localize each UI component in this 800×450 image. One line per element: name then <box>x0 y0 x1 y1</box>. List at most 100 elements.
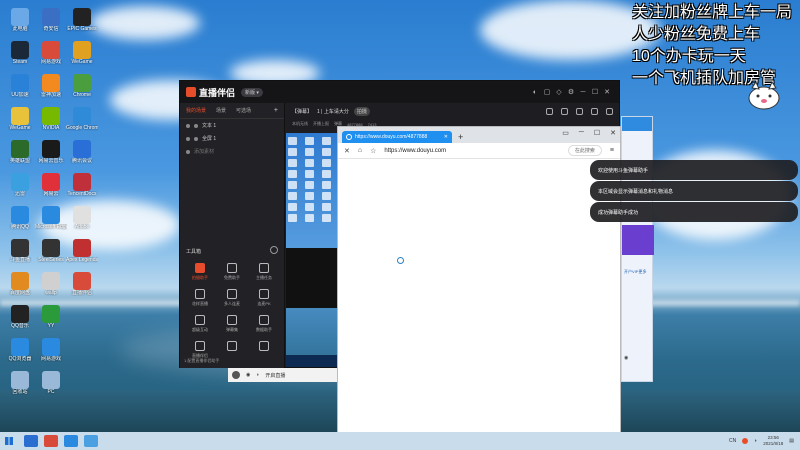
restore-icon[interactable]: ▭ <box>562 129 569 137</box>
maximize-icon[interactable]: ☐ <box>589 88 601 96</box>
desktop-icon[interactable]: WeGame <box>4 107 36 131</box>
desktop-icon[interactable]: 网易云音乐 <box>35 140 67 164</box>
desktop-icon[interactable]: Adobe <box>66 206 98 230</box>
bookmark-icon[interactable]: ☆ <box>370 147 376 155</box>
start-button[interactable] <box>0 432 18 450</box>
tool-item[interactable]: 数据助手 <box>248 315 280 333</box>
room-badge[interactable]: 拍摄 <box>353 106 370 116</box>
desktop-icon[interactable]: Steam <box>4 41 36 65</box>
desktop-icon[interactable]: UU加速 <box>4 74 36 98</box>
desktop-icon[interactable]: SteelSeries <box>35 239 67 263</box>
home-icon[interactable]: ⌂ <box>358 147 362 154</box>
desktop-icon[interactable]: 网易游戏 <box>35 41 67 65</box>
skin-icon[interactable]: ◇ <box>553 88 565 96</box>
notification-toast[interactable]: 成功弹幕助手成功 <box>590 202 798 222</box>
desktop-icon[interactable]: 斗鱼直播 <box>4 239 36 263</box>
desktop-icon[interactable]: 迅雷 <box>4 173 36 197</box>
desktop-icon[interactable]: 奇安信 <box>35 8 67 32</box>
close-tab-icon[interactable]: ✕ <box>444 134 448 140</box>
tool-item[interactable]: 主播任务 <box>248 263 280 281</box>
taskbar-app-icon[interactable] <box>24 435 38 447</box>
notification-toast[interactable]: 欢迎使用斗鱼弹幕助手 <box>590 160 798 180</box>
tool-item[interactable]: 弹幕集 <box>216 315 248 333</box>
lock-icon[interactable] <box>194 123 198 128</box>
tab-scenes[interactable]: 场景 <box>216 107 226 114</box>
notification-toast[interactable]: 本区域会显示弹幕消息和礼物消息 <box>590 181 798 201</box>
eye-icon[interactable] <box>186 136 190 141</box>
scene-item[interactable]: 全屏 1 <box>180 132 284 145</box>
desktop-icon[interactable]: QQ音乐 <box>4 305 36 329</box>
go-live-button[interactable]: 开启直播 <box>265 372 285 379</box>
volume-icon[interactable]: ◗ <box>256 372 259 378</box>
add-source-icon[interactable] <box>186 149 190 154</box>
vip-link[interactable]: 开户VIP更多 <box>624 269 646 275</box>
desktop-icon[interactable]: Microsoft Edge <box>35 206 67 230</box>
add-scene-button[interactable]: + <box>274 107 278 114</box>
tool-item[interactable]: 连麦PK <box>248 289 280 307</box>
desktop-icon[interactable]: Google Chrome <box>66 107 98 131</box>
lock-icon[interactable] <box>194 136 198 141</box>
tool-item[interactable] <box>216 341 248 359</box>
eye-icon[interactable] <box>186 123 190 128</box>
share-icon[interactable] <box>576 107 583 115</box>
maximize-icon[interactable]: ☐ <box>594 129 600 137</box>
tab-my-scenes[interactable]: 我的场景 <box>186 107 206 114</box>
scene-item[interactable]: 文本 1 <box>180 119 284 132</box>
desktop-icon[interactable]: 直播伴侣 <box>66 272 98 296</box>
desktop-icon[interactable]: wallp <box>35 272 67 296</box>
desktop-icon[interactable]: 回收站 <box>4 371 36 395</box>
emoji-icon[interactable]: ◉ <box>624 355 628 361</box>
desktop-icon[interactable]: Chrome <box>66 74 98 98</box>
desktop-icon[interactable]: 腾讯QQ <box>4 206 36 230</box>
taskbar-app-icon[interactable] <box>44 435 58 447</box>
new-tab-button[interactable]: + <box>458 132 463 142</box>
avatar-icon[interactable]: ◐ <box>529 89 541 96</box>
volume-icon[interactable]: ◗ <box>754 438 757 444</box>
close-icon[interactable]: ✕ <box>601 88 613 96</box>
desktop-icon[interactable]: QQ浏览器 <box>4 338 36 362</box>
scene-item[interactable]: 添加素材 <box>180 145 284 158</box>
screen-icon[interactable] <box>546 107 553 115</box>
minimize-icon[interactable]: ─ <box>577 89 589 96</box>
taskbar-app-icon[interactable] <box>84 435 98 447</box>
desktop-icon[interactable]: 网易游戏 <box>35 338 67 362</box>
version-badge[interactable]: 新版 ▾ <box>241 87 263 97</box>
avatar[interactable] <box>232 371 240 379</box>
desktop-icon[interactable]: WeGame <box>66 41 98 65</box>
menu-icon[interactable]: ≡ <box>610 147 614 154</box>
stop-icon[interactable]: ✕ <box>344 147 350 155</box>
toolbox-settings-icon[interactable] <box>270 246 278 254</box>
tool-item[interactable]: 多人连麦 <box>216 289 248 307</box>
desktop-icon[interactable]: Apex Legends <box>66 239 98 263</box>
browser-tab-active[interactable]: https://www.douyu.com/4877888 ✕ <box>342 131 452 143</box>
desktop-icon[interactable]: 百度网盘 <box>4 272 36 296</box>
desktop-icon[interactable]: 此电脑 <box>4 8 36 32</box>
close-icon[interactable]: ✕ <box>610 129 616 137</box>
minimize-icon[interactable]: ─ <box>579 129 584 137</box>
input-language[interactable]: CN <box>729 438 736 444</box>
desktop-icon[interactable]: 英雄联盟 <box>4 140 36 164</box>
link-icon[interactable] <box>606 107 613 115</box>
search-input[interactable]: 在此搜索 <box>567 145 602 156</box>
clock[interactable]: 23:56 2021/8/18 <box>763 435 783 447</box>
desktop-icon[interactable]: EPIC Games <box>66 8 98 32</box>
settings-icon[interactable]: ⚙ <box>565 88 577 96</box>
tool-item[interactable] <box>248 341 280 359</box>
taskbar-app-icon[interactable] <box>64 435 78 447</box>
address-bar[interactable]: https://www.douyu.com <box>384 148 560 154</box>
desktop-icon[interactable]: PC <box>35 371 67 395</box>
tool-item[interactable]: 免费助手 <box>216 263 248 281</box>
danmaku-banner[interactable] <box>622 225 654 255</box>
tool-item[interactable]: 超级互动 <box>184 315 216 333</box>
lock-icon[interactable] <box>561 107 568 115</box>
stream-preview[interactable] <box>286 133 338 367</box>
mic-icon[interactable]: ◉ <box>246 372 250 378</box>
desktop-icon[interactable]: TencentDocs <box>66 173 98 197</box>
bell-icon[interactable] <box>591 107 598 115</box>
tool-item[interactable]: 直播伴侣 <box>184 341 216 359</box>
desktop-icon[interactable]: 腾讯会议 <box>66 140 98 164</box>
notification-center-icon[interactable]: ▤ <box>789 438 794 444</box>
desktop-icon[interactable]: YY <box>35 305 67 329</box>
desktop-icon[interactable]: NVIDIA <box>35 107 67 131</box>
desktop-icon[interactable]: 网易云 <box>35 173 67 197</box>
